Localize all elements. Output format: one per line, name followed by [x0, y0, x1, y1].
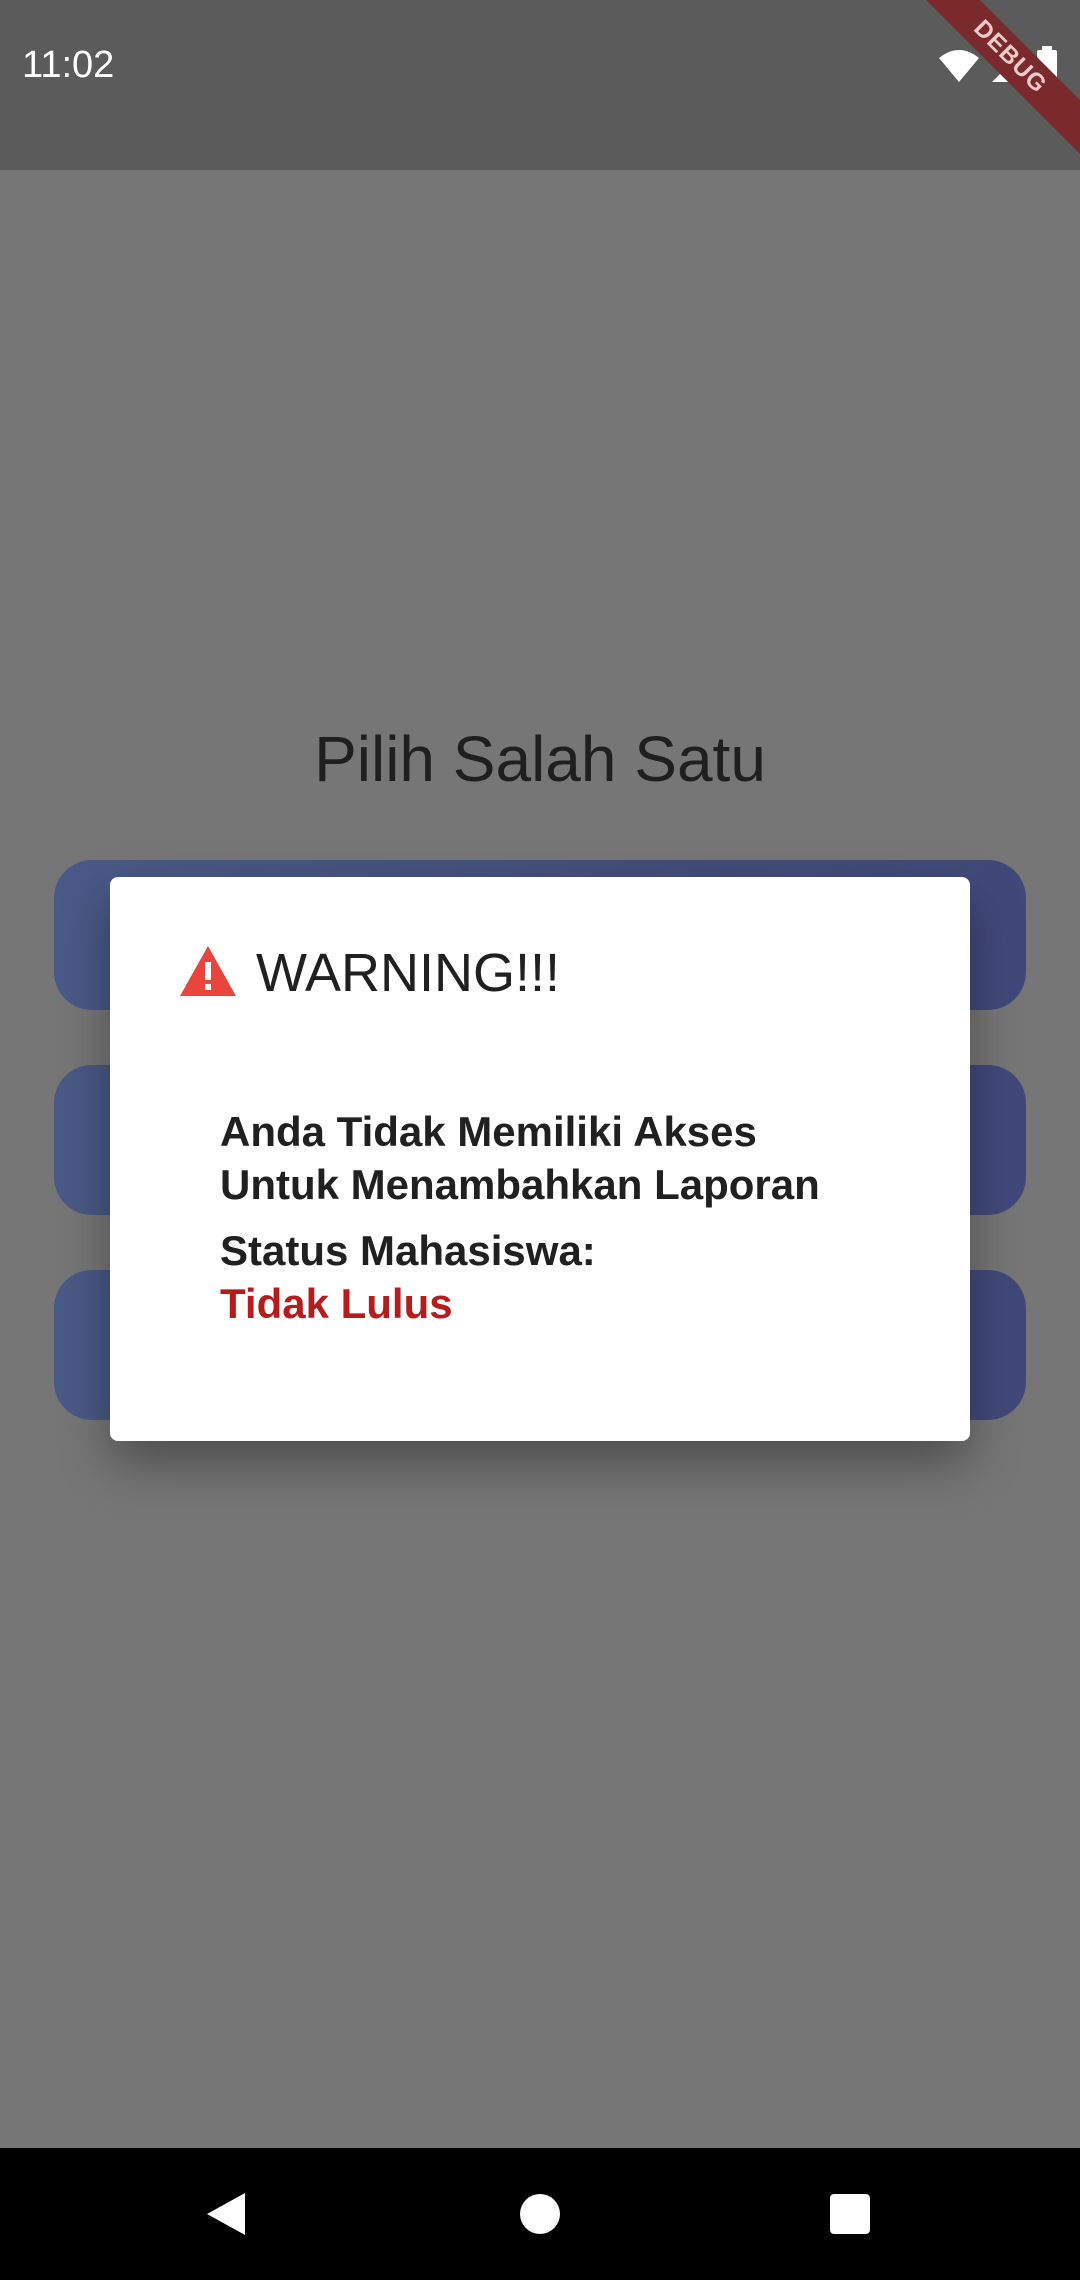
status-time: 11:02	[22, 44, 115, 86]
dialog-header: WARNING!!!	[178, 942, 560, 1004]
warning-icon	[178, 944, 238, 1003]
debug-banner: DEBUG	[900, 0, 1080, 180]
navigation-bar	[0, 2148, 1080, 2280]
warning-dialog: WARNING!!! Anda Tidak Memiliki Akses Unt…	[110, 877, 970, 1441]
status-bar: 11:02 DEBUG	[0, 0, 1080, 170]
recents-icon	[830, 2194, 870, 2234]
back-button[interactable]	[196, 2184, 256, 2244]
dialog-message-line-1: Anda Tidak Memiliki Akses	[220, 1108, 757, 1155]
dialog-title: WARNING!!!	[256, 943, 560, 1003]
debug-banner-label: DEBUG	[904, 0, 1080, 163]
dialog-message-line-2: Untuk Menambahkan Laporan	[220, 1161, 820, 1208]
home-button[interactable]	[510, 2184, 570, 2244]
status-value: Tidak Lulus	[220, 1280, 453, 1327]
status-label: Status Mahasiswa:	[220, 1227, 596, 1274]
recents-button[interactable]	[820, 2184, 880, 2244]
dialog-body: Anda Tidak Memiliki Akses Untuk Menambah…	[220, 1105, 920, 1330]
back-icon	[207, 2193, 245, 2235]
page-title: Pilih Salah Satu	[314, 723, 766, 795]
home-icon	[520, 2194, 560, 2234]
